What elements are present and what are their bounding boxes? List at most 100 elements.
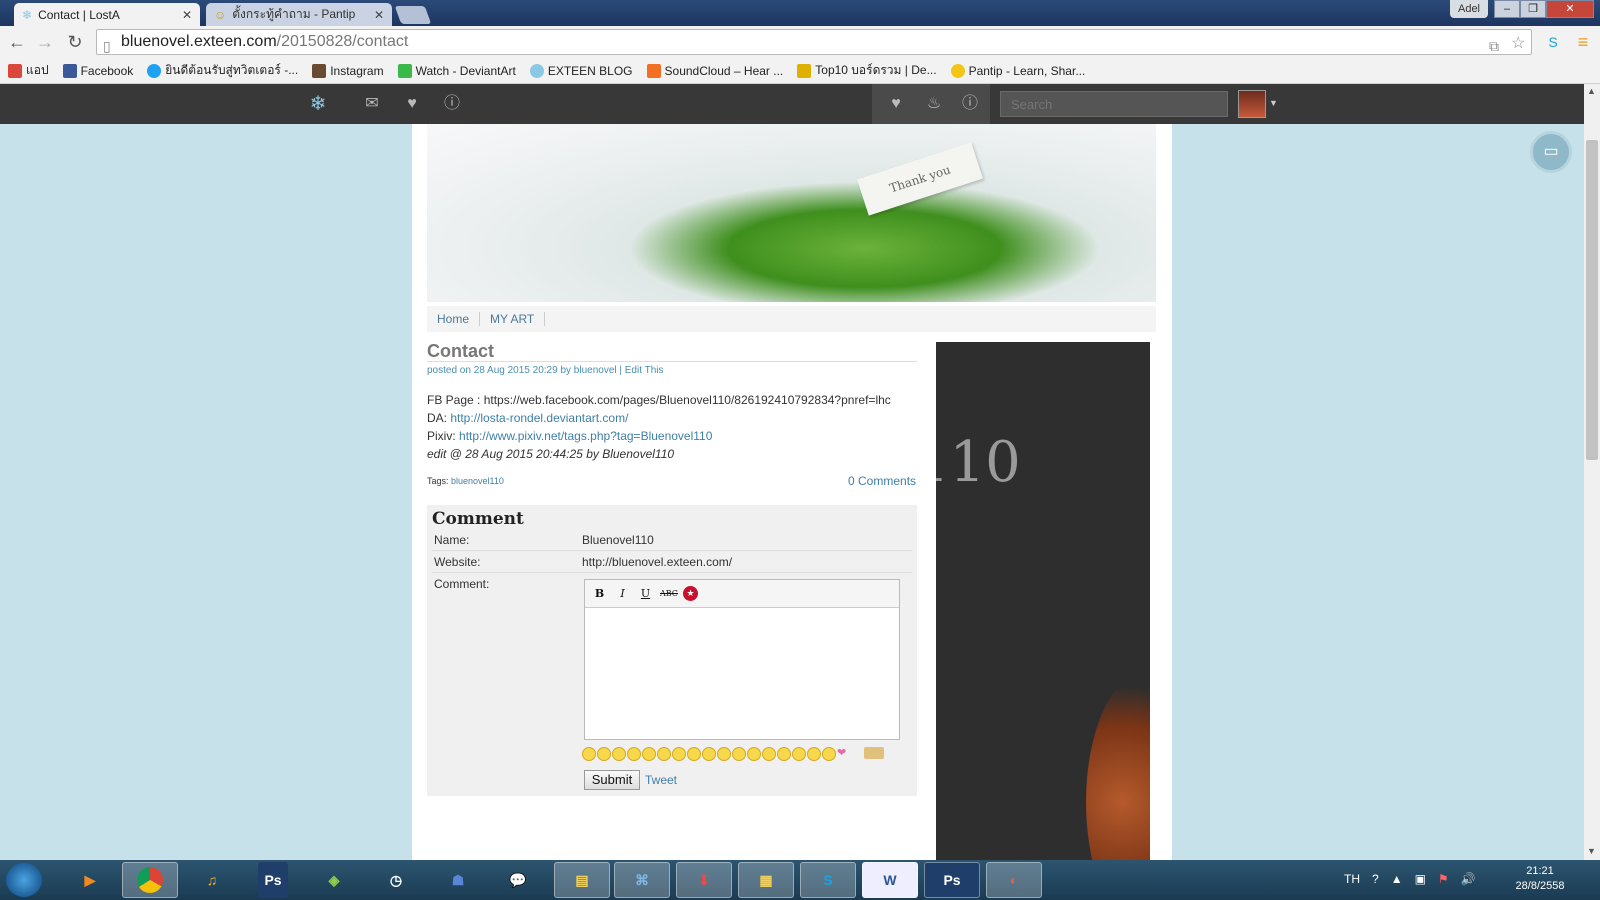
smiley-icon[interactable] [702, 747, 716, 761]
bold-icon[interactable]: B [591, 585, 608, 602]
download-app-icon[interactable]: ⬇ [676, 862, 732, 898]
audition-icon[interactable]: ♫ [184, 862, 240, 898]
close-tab-icon[interactable]: ✕ [182, 8, 192, 22]
fire-icon[interactable]: ♨ [924, 94, 944, 114]
smiley-icon[interactable] [642, 747, 656, 761]
photoshop-icon[interactable]: Ps [258, 862, 288, 898]
network-app-icon[interactable]: ⌘ [614, 862, 670, 898]
tweet-link[interactable]: Tweet [645, 773, 677, 787]
address-bar[interactable]: ▯ bluenovel.exteen.com/20150828/contact … [96, 29, 1532, 55]
media-player-icon[interactable]: ▶ [62, 862, 118, 898]
back-button[interactable]: ← [6, 31, 28, 53]
bookmark-deviantart[interactable]: Watch - DeviantArt [397, 63, 516, 78]
bookmark-soundcloud[interactable]: SoundCloud – Hear ... [646, 63, 783, 78]
bookmark-star-icon[interactable]: ☆ [1511, 32, 1525, 56]
italic-icon[interactable]: I [614, 585, 631, 602]
menu-icon[interactable]: ≡ [1572, 31, 1594, 53]
post-meta[interactable]: posted on 28 Aug 2015 20:29 by bluenovel… [427, 365, 663, 376]
smiley-icon[interactable] [807, 747, 821, 761]
smiley-icon[interactable] [612, 747, 626, 761]
network-icon[interactable]: ▣ [1415, 872, 1426, 886]
scroll-thumb[interactable] [1586, 140, 1598, 460]
chevron-down-icon[interactable]: ▼ [1269, 98, 1278, 108]
nav-my-art[interactable]: MY ART [480, 312, 546, 326]
comment-textarea[interactable] [585, 608, 899, 738]
chat-app-icon[interactable]: 💬 [490, 862, 546, 898]
heart-icon[interactable]: ❤ [837, 747, 849, 759]
comments-link[interactable]: 0 Comments [848, 474, 916, 488]
word-icon[interactable]: W [862, 862, 918, 898]
scroll-up-icon[interactable]: ▲ [1587, 86, 1596, 96]
smiley-icon[interactable] [672, 747, 686, 761]
start-button[interactable] [6, 863, 42, 897]
bookmark-pantip[interactable]: Pantip - Learn, Shar... [950, 63, 1085, 78]
smiley-icon[interactable] [822, 747, 836, 761]
heart-icon[interactable]: ♥ [402, 94, 422, 114]
comment-editor[interactable]: B I U ABC ★ [584, 579, 900, 740]
smiley-icon[interactable] [762, 747, 776, 761]
skype-extension-icon[interactable]: S [1542, 31, 1564, 53]
message-icon[interactable]: ✉ [362, 94, 382, 114]
bread-icon[interactable] [864, 747, 884, 759]
scroll-down-icon[interactable]: ▼ [1587, 846, 1596, 856]
folder-app-icon[interactable]: ▦ [738, 862, 794, 898]
bookmark-top10[interactable]: Top10 บอร์ดรวม | De... [797, 61, 937, 80]
forward-button[interactable]: → [34, 31, 56, 53]
name-field[interactable]: Bluenovel110 [582, 529, 654, 551]
bookmark-apps[interactable]: แอป [8, 61, 49, 80]
misc-app-icon[interactable]: ◐ [986, 862, 1042, 898]
smiley-icon[interactable] [582, 747, 596, 761]
clock-app-icon[interactable]: ◷ [368, 862, 424, 898]
exteen-logo-icon[interactable]: ❄ [308, 94, 328, 114]
page-scrollbar[interactable]: ▲ ▼ [1584, 84, 1600, 860]
language-indicator[interactable]: TH [1344, 872, 1360, 886]
volume-icon[interactable]: 🔊 [1461, 872, 1476, 886]
underline-icon[interactable]: U [637, 585, 654, 602]
nav-home[interactable]: Home [437, 312, 481, 326]
tab-pantip[interactable]: ☺ ตั้งกระทู้คำถาม - Pantip ✕ [206, 3, 392, 26]
bookmark-facebook[interactable]: Facebook [62, 63, 133, 78]
smiley-icon[interactable] [792, 747, 806, 761]
bookmark-twitter[interactable]: ยินดีต้อนรับสู่ทวิตเตอร์ -... [147, 61, 298, 80]
smiley-icon[interactable] [627, 747, 641, 761]
record-icon[interactable]: ★ [683, 586, 698, 601]
smiley-icon[interactable] [687, 747, 701, 761]
file-explorer-icon[interactable]: ▤ [554, 862, 610, 898]
smiley-icon[interactable] [717, 747, 731, 761]
game-app-icon[interactable]: ☗ [430, 862, 486, 898]
info-icon[interactable]: ⓘ [442, 94, 462, 114]
pixiv-link[interactable]: http://www.pixiv.net/tags.php?tag=Blueno… [459, 429, 712, 443]
strikethrough-icon[interactable]: ABC [660, 585, 678, 602]
user-avatar[interactable] [1238, 90, 1266, 118]
floating-photo-button[interactable]: ▭ [1530, 131, 1572, 173]
new-tab-button[interactable] [394, 6, 432, 24]
fb-link[interactable]: https://web.facebook.com/pages/Bluenovel… [484, 393, 891, 407]
bookmark-exteen[interactable]: EXTEEN BLOG [529, 63, 633, 78]
chrome-icon[interactable] [122, 862, 178, 898]
exteen-search-input[interactable] [1000, 91, 1228, 117]
reload-button[interactable]: ↻ [64, 31, 86, 53]
alert-icon[interactable]: ⓘ [960, 94, 980, 114]
close-window-button[interactable]: ✕ [1546, 0, 1594, 18]
smiley-icon[interactable] [777, 747, 791, 761]
submit-button[interactable]: Submit [584, 770, 640, 790]
photoshop-window-icon[interactable]: Ps [924, 862, 980, 898]
da-link[interactable]: http://losta-rondel.deviantart.com/ [450, 411, 628, 425]
bookmark-instagram[interactable]: Instagram [312, 63, 384, 78]
tab-contact[interactable]: ❄ Contact | LostA ✕ [14, 3, 200, 26]
close-tab-icon[interactable]: ✕ [374, 8, 384, 22]
help-icon[interactable]: ? [1372, 872, 1379, 886]
minimize-button[interactable]: – [1494, 0, 1520, 18]
flag-icon[interactable]: ⚑ [1438, 872, 1449, 886]
smiley-icon[interactable] [747, 747, 761, 761]
tray-arrow-icon[interactable]: ▲ [1391, 872, 1403, 886]
taskbar-clock[interactable]: 21:21 28/8/2558 [1510, 864, 1570, 894]
map-app-icon[interactable]: ◈ [306, 862, 362, 898]
tag-link[interactable]: bluenovel110 [451, 476, 504, 486]
website-field[interactable]: http://bluenovel.exteen.com/ [582, 551, 732, 573]
smiley-icon[interactable] [597, 747, 611, 761]
translate-icon[interactable]: ⧉ [1489, 34, 1499, 58]
maximize-button[interactable]: ❐ [1520, 0, 1546, 18]
smiley-icon[interactable] [657, 747, 671, 761]
skype-icon[interactable]: S [800, 862, 856, 898]
